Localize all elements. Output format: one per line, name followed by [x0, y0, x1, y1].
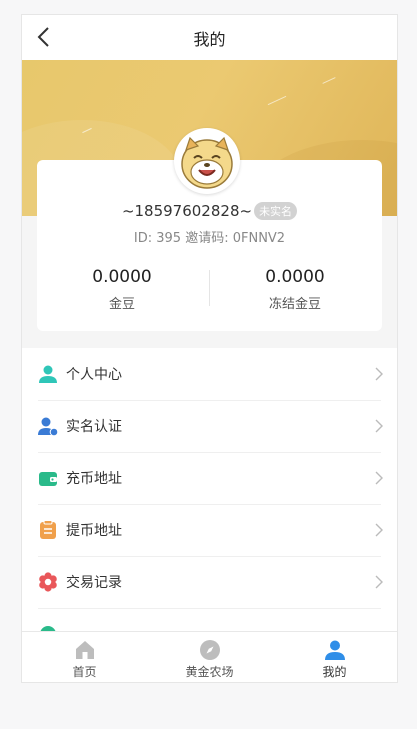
chevron-right-icon [375, 419, 383, 433]
menu-label: 充币地址 [66, 471, 122, 487]
menu-label: 交易记录 [66, 575, 122, 591]
user-phone: ~18597602828~ [121, 202, 253, 220]
stat-divider [209, 270, 210, 306]
home-icon [75, 641, 94, 659]
menu-label: 个人中心 [66, 367, 122, 383]
chevron-right-icon [375, 471, 383, 485]
verify-status-badge: 未实名 [254, 202, 298, 220]
tab-label: 我的 [322, 665, 347, 679]
menu-item-transaction-records[interactable]: 交易记录 [22, 556, 397, 608]
frozen-balance-label: 冻结金豆 [268, 297, 321, 312]
user-phone-line: ~18597602828~ 未实名 [22, 202, 397, 220]
avatar-cartoon-icon [176, 130, 238, 192]
frozen-balance-value: 0.0000 [265, 267, 325, 287]
settings-menu: 个人中心 实名认证 充币地址 提币地址 交易记录 [22, 348, 397, 660]
chevron-right-icon [375, 367, 383, 381]
menu-label: 提币地址 [66, 523, 122, 539]
balance-value: 0.0000 [92, 267, 152, 287]
back-arrow-icon[interactable] [36, 26, 52, 48]
menu-item-deposit-address[interactable]: 充币地址 [22, 452, 397, 504]
clipboard-icon [40, 520, 56, 539]
menu-item-withdraw-address[interactable]: 提币地址 [22, 504, 397, 556]
menu-item-personal-center[interactable]: 个人中心 [22, 348, 397, 400]
tab-label: 黄金农场 [185, 665, 234, 679]
tab-gold-farm[interactable]: 黄金农场 [147, 632, 272, 682]
page-title: 我的 [193, 29, 226, 49]
frozen-balance-stat: 0.0000 冻结金豆 [220, 267, 370, 312]
tab-home[interactable]: 首页 [22, 632, 147, 682]
avatar[interactable] [174, 128, 240, 194]
wallet-icon [39, 472, 57, 486]
phone-screen: 我的 ~18597602828~ 未实名 ID: 395 邀请码: 0FNNV2 … [22, 15, 397, 682]
user-icon [39, 365, 57, 383]
chevron-right-icon [375, 575, 383, 589]
tab-label: 首页 [72, 665, 97, 679]
balance-label: 金豆 [108, 297, 135, 312]
flower-icon [39, 572, 57, 592]
user-id-invite: ID: 395 邀请码: 0FNNV2 [133, 231, 286, 246]
bottom-tab-bar: 首页 黄金农场 我的 [22, 631, 397, 682]
user-verify-icon [38, 417, 58, 436]
top-nav-bar: 我的 [22, 15, 397, 60]
compass-icon [199, 640, 220, 660]
balance-stat: 0.0000 金豆 [47, 267, 197, 312]
tab-mine[interactable]: 我的 [272, 632, 397, 682]
menu-label: 实名认证 [66, 419, 122, 435]
menu-item-real-name-verify[interactable]: 实名认证 [22, 400, 397, 452]
chevron-right-icon [375, 523, 383, 537]
profile-icon [324, 640, 345, 660]
